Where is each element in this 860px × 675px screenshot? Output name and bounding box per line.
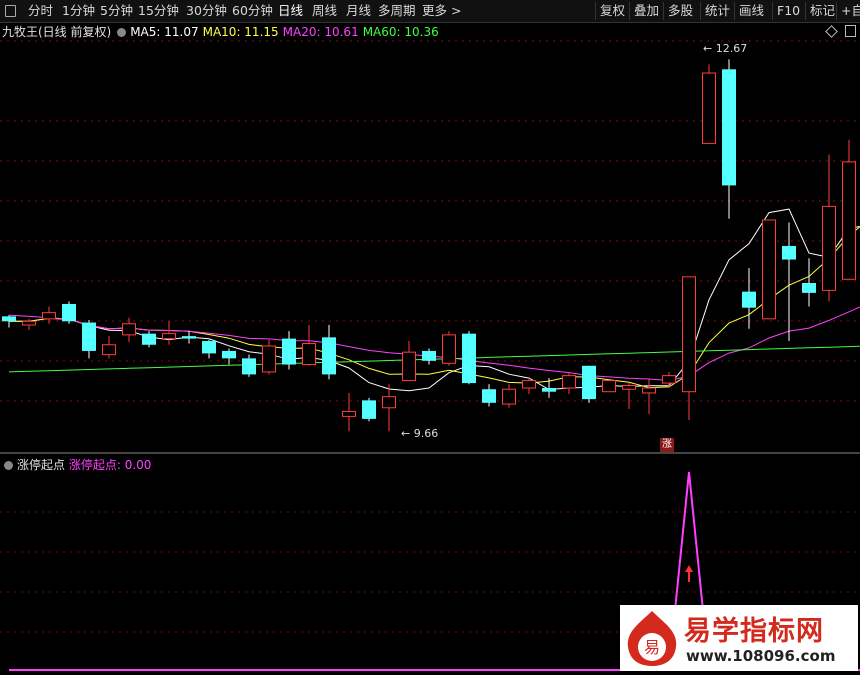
toolbar-right-item-1[interactable]: 叠加 [634, 3, 659, 19]
toolbar-separator [805, 2, 806, 20]
candle-up [642, 387, 656, 394]
candle-up [842, 161, 856, 280]
toolbar-right-item-7[interactable]: +自 [841, 3, 860, 19]
toolbar-separator [772, 2, 773, 20]
candle-down [182, 336, 196, 339]
candle-down [242, 358, 256, 375]
candle-down [582, 365, 596, 400]
watermark-logo-char: 易 [644, 638, 660, 657]
candle-up [402, 351, 416, 382]
low-price-label: ← 9.66 [401, 427, 439, 440]
toolbar-item-6[interactable]: 日线 [278, 3, 303, 19]
watermark: 易 易学指标网 www.108096.com [620, 605, 858, 671]
candle-down [62, 304, 76, 322]
toolbar-item-7[interactable]: 周线 [312, 3, 337, 19]
candle-up [762, 219, 776, 320]
kline-panel[interactable]: 九牧王(日线 前复权) MA5: 11.07 MA10: 11.15 MA20: 10… [0, 23, 860, 453]
indicator-value: 涨停起点: 0.00 [68, 458, 152, 472]
candle-up [522, 380, 536, 389]
limit-up-badge: 涨 [660, 438, 674, 452]
candle-down [422, 350, 436, 361]
toolbar-item-2[interactable]: 5分钟 [100, 3, 133, 19]
indicator-settings-icon[interactable] [4, 461, 13, 470]
toolbar-item-3[interactable]: 15分钟 [138, 3, 179, 19]
candle-up [162, 333, 176, 340]
stock-title: 九牧王(日线 前复权) [2, 25, 112, 39]
watermark-logo-icon: 易 [627, 611, 677, 666]
candle-down [362, 400, 376, 419]
candle-down [542, 388, 556, 392]
toolbar-separator [595, 2, 596, 20]
candle-up [122, 323, 136, 336]
candle-down [462, 333, 476, 384]
candle-up [102, 344, 116, 356]
candle-up [562, 375, 576, 389]
candle-up [442, 334, 456, 364]
ma60-label: MA60: 10.36 [362, 25, 439, 39]
high-price-value: 12.67 [715, 42, 748, 55]
candle-down [722, 69, 736, 186]
toolbar-separator [700, 2, 701, 20]
toolbar-item-1[interactable]: 1分钟 [62, 3, 95, 19]
toolbar-item-4[interactable]: 30分钟 [186, 3, 227, 19]
ma10-label: MA10: 11.15 [202, 25, 279, 39]
toolbar-right-item-6[interactable]: 标记 [810, 3, 835, 19]
toolbar-right-item-0[interactable]: 复权 [600, 3, 625, 19]
window-icon[interactable] [5, 5, 16, 17]
candle-up [602, 380, 616, 393]
kline-legend: 九牧王(日线 前复权) MA5: 11.07 MA10: 11.15 MA20: 10… [2, 25, 443, 39]
signal-arrow-icon [685, 565, 693, 572]
candle-down [282, 338, 296, 365]
toolbar-item-8[interactable]: 月线 [346, 3, 371, 19]
candle-down [482, 389, 496, 403]
toolbar-item-0[interactable]: 分时 [28, 3, 53, 19]
ma5-label: MA5: 11.07 [130, 25, 199, 39]
toolbar-right-item-5[interactable]: F10 [777, 3, 800, 19]
candle-down [802, 283, 816, 293]
candle-up [302, 343, 316, 366]
candle-up [822, 205, 836, 291]
candle-up [682, 276, 696, 393]
indicator-legend: 涨停起点 涨停起点: 0.00 [2, 456, 151, 473]
toolbar-separator [663, 2, 664, 20]
toolbar-right-item-4[interactable]: 画线 [739, 3, 764, 19]
candle-down [2, 316, 16, 322]
toolbar-separator [629, 2, 630, 20]
candle-up [502, 388, 516, 405]
candle-down [222, 350, 236, 359]
toolbar-item-10[interactable]: 更多 > [422, 3, 461, 19]
candle-up [622, 385, 636, 390]
candle-down [82, 322, 96, 351]
watermark-title: 易学指标网 [684, 616, 824, 647]
high-price-label: ← 12.67 [703, 42, 748, 55]
toolbar-item-5[interactable]: 60分钟 [232, 3, 273, 19]
maximize-icon[interactable] [845, 25, 856, 37]
toolbar-right-item-3[interactable]: 统计 [705, 3, 730, 19]
toolbar-separator [836, 2, 837, 20]
candle-up [42, 312, 56, 320]
low-price-value: 9.66 [413, 427, 439, 440]
candle-up [702, 72, 716, 144]
candle-down [202, 341, 216, 354]
period-toolbar: 分时 1分钟 5分钟 15分钟 30分钟 60分钟 日线 周线 月线 多周期 更多 > 复权 叠加 多股统… [0, 0, 860, 23]
toolbar-separator [734, 2, 735, 20]
ma20-label: MA20: 10.61 [282, 25, 359, 39]
candle-up [662, 375, 676, 384]
toolbar-right-item-2[interactable]: 多股 [668, 3, 693, 19]
candle-down [742, 291, 756, 308]
candle-up [22, 320, 36, 326]
candle-down [782, 245, 796, 260]
ma5-line [9, 208, 860, 392]
settings-circle-icon[interactable] [117, 28, 127, 37]
candle-up [262, 345, 276, 373]
candle-down [142, 333, 156, 345]
indicator-name: 涨停起点 [17, 458, 66, 472]
kline-chart [0, 40, 860, 432]
watermark-url: www.108096.com [686, 647, 836, 665]
candle-up [342, 410, 356, 417]
candle-up [382, 396, 396, 409]
toolbar-item-9[interactable]: 多周期 [378, 3, 416, 19]
candle-down [322, 337, 336, 375]
